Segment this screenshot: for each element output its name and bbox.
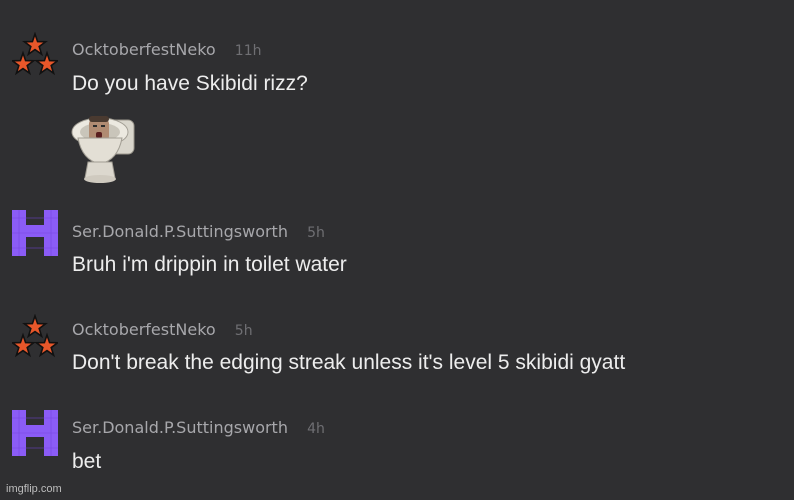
username-link[interactable]: Ser.Donald.P.Suttingsworth	[72, 418, 288, 437]
comment-meta: OcktoberfestNeko 5h	[72, 320, 253, 339]
username-link[interactable]: OcktoberfestNeko	[72, 40, 216, 59]
timestamp: 11h	[234, 43, 262, 59]
timestamp: 5h	[234, 323, 253, 339]
three-stars-icon	[12, 32, 58, 76]
username-link[interactable]: Ser.Donald.P.Suttingsworth	[72, 222, 288, 241]
comment-meta: Ser.Donald.P.Suttingsworth 5h	[72, 222, 325, 241]
comment-text: Do you have Skibidi rizz?	[72, 72, 308, 95]
comment-meta: Ser.Donald.P.Suttingsworth 4h	[72, 418, 325, 437]
avatar[interactable]	[12, 32, 58, 78]
username-link[interactable]: OcktoberfestNeko	[72, 320, 216, 339]
avatar[interactable]	[12, 314, 58, 360]
purple-pixel-h-icon	[12, 210, 58, 256]
avatar[interactable]	[12, 410, 58, 456]
timestamp: 4h	[307, 421, 325, 437]
comment-text: Bruh i'm drippin in toilet water	[72, 253, 347, 276]
comment-text: Don't break the edging streak unless it'…	[72, 351, 626, 374]
comment-meta: OcktoberfestNeko 11h	[72, 40, 261, 59]
avatar[interactable]	[12, 210, 58, 256]
comment-text: bet	[72, 450, 102, 473]
skibidi-toilet-sticker[interactable]	[68, 114, 140, 188]
three-stars-icon	[12, 314, 58, 358]
watermark: imgflip.com	[6, 483, 62, 495]
purple-pixel-h-icon	[12, 410, 58, 456]
timestamp: 5h	[307, 225, 325, 241]
